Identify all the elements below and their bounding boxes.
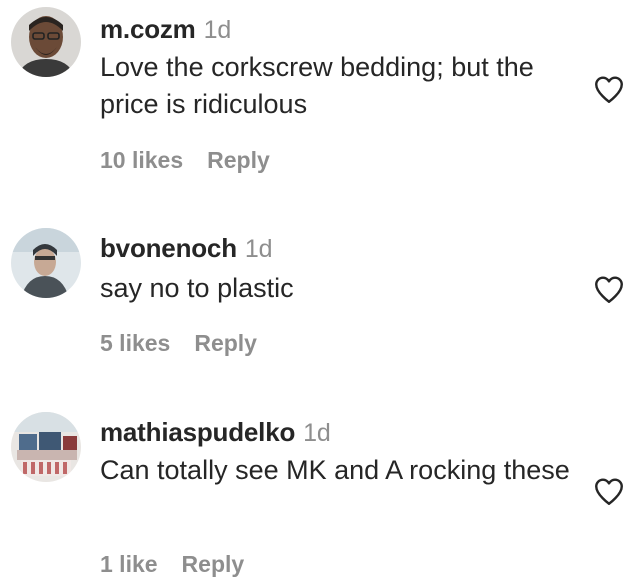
likes-count[interactable]: 1 like xyxy=(100,551,158,577)
comment-text: Love the corkscrew bedding; but the pric… xyxy=(100,52,534,119)
comment-meta: 10 likes Reply xyxy=(100,147,270,174)
heart-outline-icon[interactable] xyxy=(592,474,626,508)
comment-username[interactable]: m.cozm 1d xyxy=(100,14,231,45)
likes-count[interactable]: 5 likes xyxy=(100,330,170,356)
comment-item: mathiaspudelko 1d Can totally see MK and … xyxy=(0,380,634,586)
username-text[interactable]: m.cozm xyxy=(100,14,196,44)
username-text[interactable]: mathiaspudelko xyxy=(100,417,295,447)
comment-time: 1d xyxy=(303,419,331,447)
avatar[interactable] xyxy=(11,228,81,298)
user-avatar-image xyxy=(11,412,81,482)
username-text[interactable]: bvonenoch xyxy=(100,233,237,263)
comment-item: m.cozm 1d Love the corkscrew bedding; but… xyxy=(0,0,634,190)
comment-meta: 5 likes Reply xyxy=(100,330,257,357)
user-avatar-image xyxy=(11,228,81,298)
comment-username[interactable]: mathiaspudelko 1d xyxy=(100,417,331,448)
heart-outline-icon[interactable] xyxy=(592,72,626,106)
avatar[interactable] xyxy=(11,7,81,77)
comment-meta: 1 like Reply xyxy=(100,551,244,578)
comment-time: 1d xyxy=(244,235,273,263)
comment-item: bvonenoch 1d say no to plastic 5 likes Rep… xyxy=(0,190,634,380)
comment-text: Can totally see MK and A rocking these xyxy=(100,455,570,485)
user-avatar-image xyxy=(11,7,81,77)
reply-button[interactable]: Reply xyxy=(182,551,245,577)
avatar[interactable] xyxy=(11,412,81,482)
comment-text: say no to plastic xyxy=(100,273,294,303)
comment-username[interactable]: bvonenoch 1d xyxy=(100,233,273,264)
heart-outline-icon[interactable] xyxy=(592,272,626,306)
reply-button[interactable]: Reply xyxy=(194,330,257,356)
likes-count[interactable]: 10 likes xyxy=(100,147,183,173)
reply-button[interactable]: Reply xyxy=(207,147,270,173)
comment-time: 1d xyxy=(203,16,232,44)
